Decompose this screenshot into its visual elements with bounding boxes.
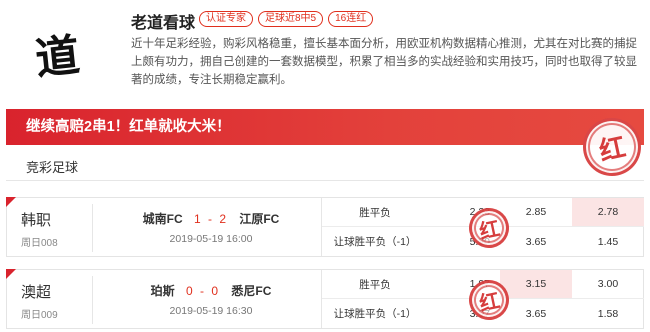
odds-draw-selected[interactable]: 3.15 xyxy=(500,270,572,298)
match-score: 0 - 0 xyxy=(186,284,221,298)
odds-away[interactable]: 1.45 xyxy=(572,227,644,256)
odds-away-selected[interactable]: 2.78 xyxy=(572,198,644,226)
tag-recent-record: 足球近8中5 xyxy=(258,11,324,27)
expert-tags: 认证专家 足球近8中5 16连红 xyxy=(199,11,374,27)
home-team: 城南FC xyxy=(142,212,183,226)
section-title: 竞彩足球 xyxy=(26,160,79,175)
match-number: 周日009 xyxy=(21,310,58,321)
expert-profile: 道 老道看球 认证专家 足球近8中5 16连红 近十年足彩经验，购彩风格稳重，擅… xyxy=(0,0,650,100)
expert-name[interactable]: 老道看球 xyxy=(131,9,195,33)
corner-marker xyxy=(6,197,16,207)
match-teams: 城南FC 1 - 2 江原FC xyxy=(102,210,320,227)
odds-draw[interactable]: 3.65 xyxy=(500,227,572,256)
column-divider xyxy=(92,276,93,324)
odds-market-label: 胜平负 xyxy=(359,278,391,291)
away-team: 悉尼FC xyxy=(231,284,272,298)
article-title-banner: 继续高赔2串1！红单就收大米！ xyxy=(6,109,644,145)
corner-marker xyxy=(6,269,16,279)
odds-market-label: 让球胜平负（-1） xyxy=(333,308,417,320)
odds-market-label: 胜平负 xyxy=(359,206,391,219)
odds-away[interactable]: 3.00 xyxy=(572,270,644,298)
tag-certified: 认证专家 xyxy=(199,11,253,27)
odds-market-label: 让球胜平负（-1） xyxy=(333,236,417,248)
column-divider xyxy=(92,204,93,252)
kickoff-time: 2019-05-19 16:00 xyxy=(169,233,253,245)
match-number: 周日008 xyxy=(21,238,58,249)
tag-win-streak: 16连红 xyxy=(328,11,374,27)
away-team: 江原FC xyxy=(239,212,280,226)
match-score: 1 - 2 xyxy=(193,212,228,226)
odds-draw[interactable]: 3.65 xyxy=(500,299,572,328)
match-card[interactable]: 韩职 周日008 城南FC 1 - 2 江原FC 2019-05-19 16:0… xyxy=(6,197,644,257)
league-name: 韩职 xyxy=(21,212,52,229)
article-title: 继续高赔2串1！红单就收大米！ xyxy=(26,119,231,135)
avatar[interactable]: 道 xyxy=(22,18,92,88)
match-card[interactable]: 澳超 周日009 珀斯 0 - 0 悉尼FC 2019-05-19 16:30 … xyxy=(6,269,644,329)
match-teams: 珀斯 0 - 0 悉尼FC xyxy=(102,282,320,299)
home-team: 珀斯 xyxy=(150,284,175,298)
odds-draw[interactable]: 2.85 xyxy=(500,198,572,226)
league-name: 澳超 xyxy=(21,284,52,301)
kickoff-time: 2019-05-19 16:30 xyxy=(169,305,253,317)
expert-bio: 近十年足彩经验，购彩风格稳重，擅长基本面分析，用欧亚机构数据精心推测，尤其在对比… xyxy=(131,38,637,86)
avatar-calligraphy: 道 xyxy=(32,29,83,86)
section-divider xyxy=(6,180,644,181)
odds-away[interactable]: 1.58 xyxy=(572,299,644,328)
